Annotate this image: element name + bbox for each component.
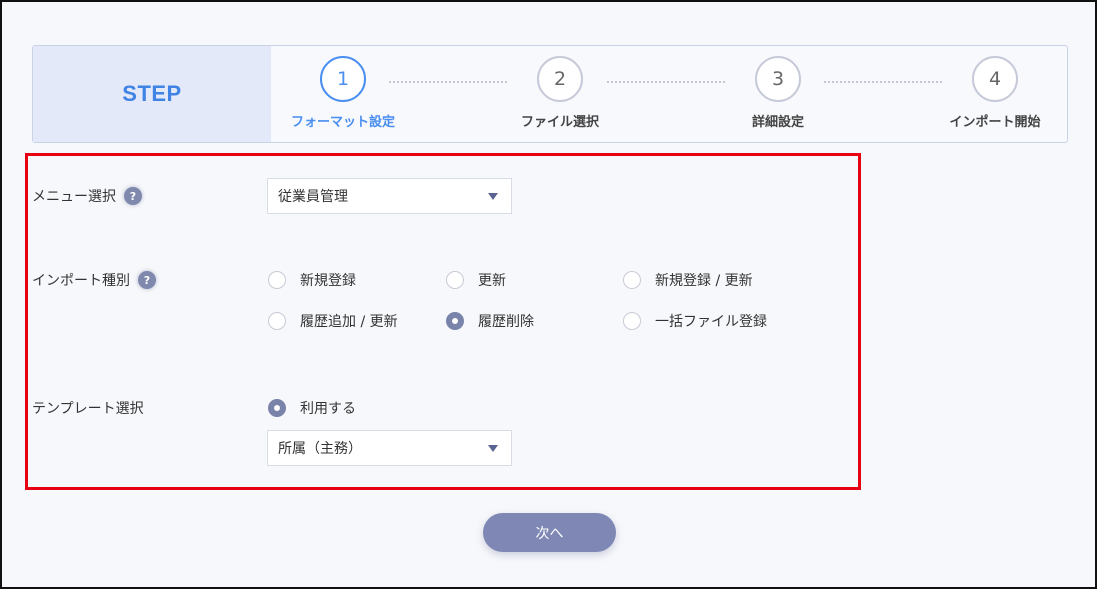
radio-label: 更新 xyxy=(478,273,506,289)
menu-select-value: 従業員管理 xyxy=(278,189,348,205)
radio-button-selected[interactable] xyxy=(268,399,286,417)
radio-button[interactable] xyxy=(623,271,641,289)
help-icon[interactable]: ? xyxy=(124,187,142,205)
radio-label: 利用する xyxy=(300,401,356,417)
radio-bulk-file-registration[interactable]: 一括ファイル登録 xyxy=(623,311,767,331)
radio-label: 一括ファイル登録 xyxy=(655,314,767,330)
template-select-label: テンプレート選択 xyxy=(32,401,144,417)
step-label: STEP xyxy=(122,81,182,106)
radio-button[interactable] xyxy=(268,271,286,289)
step-4-name: インポート開始 xyxy=(949,115,1041,130)
step-3-name: 詳細設定 xyxy=(751,115,804,130)
chevron-down-icon xyxy=(488,193,498,200)
step-4-number: 4 xyxy=(972,56,1018,102)
radio-label: 履歴削除 xyxy=(478,314,534,330)
import-type-row: インポート種別 ? xyxy=(32,270,156,290)
menu-select-row: メニュー選択 ? xyxy=(32,186,142,206)
chevron-down-icon xyxy=(488,445,498,452)
step-2-name: ファイル選択 xyxy=(520,115,599,130)
radio-use-template[interactable]: 利用する xyxy=(268,398,356,418)
menu-select-label: メニュー選択 xyxy=(32,189,116,205)
step-connector xyxy=(389,81,507,83)
radio-button[interactable] xyxy=(268,312,286,330)
step-1: 1 フォーマット設定 xyxy=(283,56,403,130)
radio-history-add-update[interactable]: 履歴追加 / 更新 xyxy=(268,311,398,331)
step-connector xyxy=(824,81,942,83)
step-4: 4 インポート開始 xyxy=(935,56,1055,130)
step-1-number: 1 xyxy=(320,56,366,102)
radio-label: 新規登録 / 更新 xyxy=(655,273,753,289)
step-label-box: STEP xyxy=(33,46,271,142)
step-1-name: フォーマット設定 xyxy=(290,115,395,130)
page-frame: STEP 1 フォーマット設定 2 ファイル選択 3 詳細設定 4 インポート開… xyxy=(0,0,1097,589)
step-connector xyxy=(607,81,725,83)
template-select-dropdown[interactable]: 所属（主務） xyxy=(267,430,512,466)
step-indicator: STEP 1 フォーマット設定 2 ファイル選択 3 詳細設定 4 インポート開… xyxy=(32,45,1068,143)
next-button[interactable]: 次へ xyxy=(483,513,616,552)
radio-button-selected[interactable] xyxy=(446,312,464,330)
import-type-label: インポート種別 xyxy=(32,273,130,289)
radio-new-registration[interactable]: 新規登録 xyxy=(268,270,356,290)
help-icon[interactable]: ? xyxy=(138,271,156,289)
step-3: 3 詳細設定 xyxy=(718,56,838,130)
step-2: 2 ファイル選択 xyxy=(500,56,620,130)
step-3-number: 3 xyxy=(755,56,801,102)
radio-button[interactable] xyxy=(623,312,641,330)
template-select-value: 所属（主務） xyxy=(278,441,362,457)
template-select-row: テンプレート選択 xyxy=(32,398,144,418)
radio-label: 履歴追加 / 更新 xyxy=(300,314,398,330)
radio-label: 新規登録 xyxy=(300,273,356,289)
radio-button[interactable] xyxy=(446,271,464,289)
step-2-number: 2 xyxy=(537,56,583,102)
radio-history-delete[interactable]: 履歴削除 xyxy=(446,311,534,331)
radio-new-or-update[interactable]: 新規登録 / 更新 xyxy=(623,270,753,290)
radio-update[interactable]: 更新 xyxy=(446,270,506,290)
menu-select-dropdown[interactable]: 従業員管理 xyxy=(267,178,512,214)
